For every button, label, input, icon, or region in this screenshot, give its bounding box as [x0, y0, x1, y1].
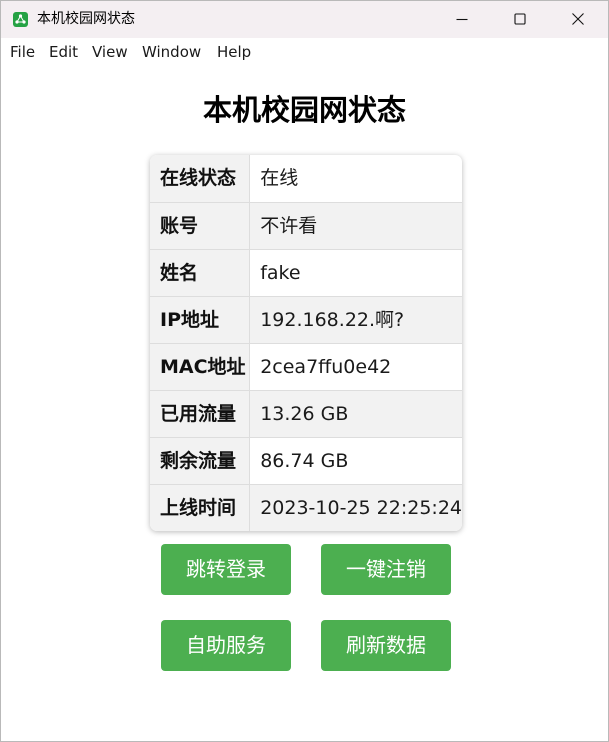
row-label: 姓名 — [150, 249, 251, 297]
page-title: 本机校园网状态 — [202, 93, 406, 127]
menu-help[interactable]: Help — [217, 43, 251, 61]
menu-view[interactable]: View — [92, 43, 128, 61]
row-value: 2cea7ffu0e42 — [249, 343, 462, 391]
row-label: 账号 — [150, 202, 251, 250]
table-row: 已用流量 13.26 GB — [150, 390, 462, 438]
status-table: 在线状态 在线 账号 不许看 姓名 fake IP地址 192.168.22.啊… — [150, 155, 462, 531]
row-label: 上线时间 — [150, 484, 251, 531]
table-row: 上线时间 2023-10-25 22:25:24 — [150, 484, 462, 531]
menu-file[interactable]: File — [10, 43, 35, 61]
table-row: 姓名 fake — [150, 249, 462, 297]
row-value: fake — [249, 249, 462, 297]
maximize-button[interactable] — [491, 1, 549, 38]
row-label: 剩余流量 — [150, 437, 251, 485]
row-value: 在线 — [249, 155, 462, 203]
row-label: 已用流量 — [150, 390, 251, 438]
row-value: 86.74 GB — [249, 437, 462, 485]
row-label: MAC地址 — [150, 343, 251, 391]
login-redirect-button[interactable]: 跳转登录 — [161, 544, 291, 595]
minimize-icon — [456, 18, 468, 21]
row-value: 13.26 GB — [249, 390, 462, 438]
close-icon — [572, 13, 584, 25]
refresh-data-button[interactable]: 刷新数据 — [321, 620, 451, 671]
window-title: 本机校园网状态 — [37, 11, 135, 27]
table-row: IP地址 192.168.22.啊? — [150, 296, 462, 344]
row-label: 在线状态 — [150, 155, 251, 203]
table-row: MAC地址 2cea7ffu0e42 — [150, 343, 462, 391]
table-row: 账号 不许看 — [150, 202, 462, 250]
status-card: 在线状态 在线 账号 不许看 姓名 fake IP地址 192.168.22.啊… — [150, 155, 462, 531]
row-label: IP地址 — [150, 296, 251, 344]
minimize-button[interactable] — [433, 1, 491, 38]
close-button[interactable] — [549, 1, 607, 38]
row-value: 2023-10-25 22:25:24 — [249, 484, 462, 531]
maximize-icon — [514, 13, 526, 25]
menu-edit[interactable]: Edit — [49, 43, 78, 61]
table-row: 剩余流量 86.74 GB — [150, 437, 462, 485]
table-row: 在线状态 在线 — [150, 155, 462, 203]
one-click-logout-button[interactable]: 一键注销 — [321, 544, 451, 595]
row-value: 192.168.22.啊? — [249, 296, 462, 344]
app-icon — [13, 12, 28, 27]
self-service-button[interactable]: 自助服务 — [161, 620, 291, 671]
menu-window[interactable]: Window — [142, 43, 201, 61]
title-bar[interactable]: 本机校园网状态 — [1, 1, 608, 38]
row-value: 不许看 — [249, 202, 462, 250]
app-window: 本机校园网状态 File Edit View Window Help 本机校园网… — [0, 0, 609, 742]
menu-bar: File Edit View Window Help — [1, 38, 608, 66]
